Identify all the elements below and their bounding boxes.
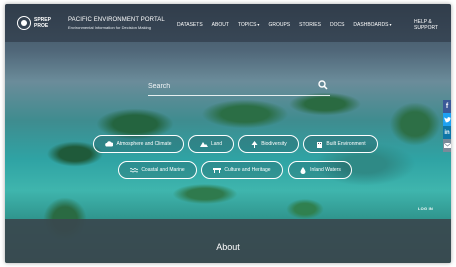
topic-biodiversity[interactable]: Biodiversity: [238, 135, 299, 153]
nav-stories[interactable]: STORIES: [299, 22, 321, 28]
mountain-icon: [199, 141, 208, 148]
nav-help-support[interactable]: HELP & SUPPORT: [414, 19, 444, 31]
topic-label: Culture and Heritage: [224, 167, 271, 173]
facebook-icon[interactable]: f: [443, 100, 451, 113]
tree-icon: [250, 140, 258, 148]
nav-about[interactable]: ABOUT: [212, 22, 229, 28]
topic-atmosphere-climate[interactable]: Atmosphere and Climate: [93, 135, 184, 153]
twitter-icon[interactable]: [443, 113, 451, 126]
nav-docs[interactable]: DOCS: [330, 22, 344, 28]
chevron-down-icon: ▾: [389, 22, 392, 27]
top-navigation-bar: SPREP PROE PACIFIC ENVIRONMENT PORTAL En…: [5, 4, 451, 42]
nav-topics-label: TOPICS: [237, 22, 257, 28]
nav-dashboards[interactable]: DASHBOARDS ▾: [353, 22, 391, 28]
email-icon[interactable]: [443, 139, 451, 152]
topic-inland-waters[interactable]: Inland Waters: [288, 161, 352, 179]
chevron-down-icon: ▾: [257, 22, 260, 27]
linkedin-icon[interactable]: in: [443, 126, 451, 139]
portal-brand[interactable]: PACIFIC ENVIRONMENT PORTAL Environmental…: [68, 17, 173, 30]
nav-groups[interactable]: GROUPS: [268, 22, 290, 28]
nav-dashboards-label: DASHBOARDS: [353, 22, 389, 28]
topic-label: Inland Waters: [310, 167, 341, 173]
topic-label: Built Environment: [326, 141, 366, 147]
search-bar: [148, 79, 330, 96]
portal-title: PACIFIC ENVIRONMENT PORTAL: [68, 17, 165, 23]
search-input[interactable]: [148, 79, 308, 93]
cloud-icon: [105, 141, 114, 148]
nav-datasets[interactable]: DATASETS: [177, 22, 203, 28]
search-icon[interactable]: [318, 80, 328, 90]
droplet-icon: [299, 166, 307, 174]
logo-mark-icon: [17, 16, 31, 30]
sprep-logo[interactable]: SPREP PROE: [17, 14, 61, 32]
portal-subtitle: Environmental Information for Decision M…: [68, 25, 151, 30]
main-nav: DATASETS ABOUT TOPICS ▾ GROUPS STORIES D…: [177, 22, 391, 28]
login-link[interactable]: LOG IN: [418, 206, 433, 211]
about-section: About: [5, 219, 451, 263]
topic-built-environment[interactable]: Built Environment: [303, 135, 378, 153]
building-icon: [315, 141, 323, 148]
topic-label: Land: [210, 141, 223, 147]
topic-land[interactable]: Land: [188, 135, 234, 153]
about-heading: About: [216, 242, 240, 252]
nav-topics[interactable]: TOPICS ▾: [238, 22, 260, 28]
page-frame: SPREP PROE PACIFIC ENVIRONMENT PORTAL En…: [5, 4, 451, 263]
logo-text: SPREP PROE: [34, 17, 51, 29]
topic-label: Atmosphere and Climate: [116, 141, 172, 147]
waves-icon: [130, 167, 139, 174]
topic-label: Biodiversity: [261, 141, 287, 147]
topic-coastal-marine[interactable]: Coastal and Marine: [118, 161, 197, 179]
topic-label: Coastal and Marine: [141, 167, 185, 173]
topic-culture-heritage[interactable]: Culture and Heritage: [201, 161, 283, 179]
social-share-bar: f in: [443, 100, 451, 152]
heritage-icon: [213, 167, 222, 174]
